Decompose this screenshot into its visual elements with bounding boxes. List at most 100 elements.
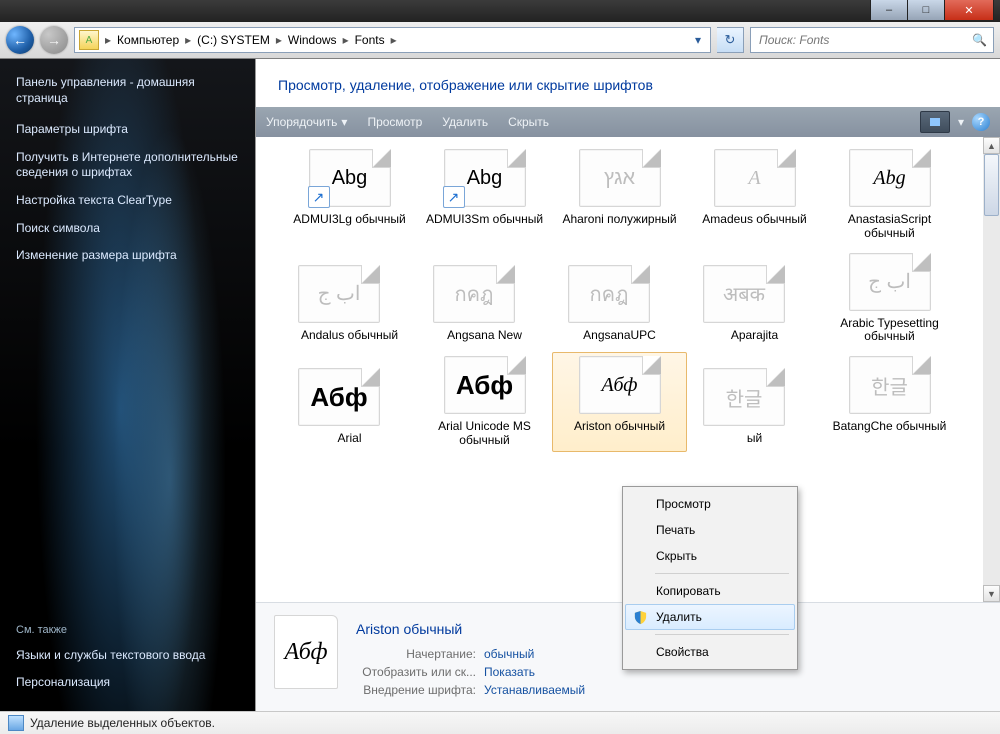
font-item[interactable]: 한글 BatangChe обычный xyxy=(822,352,957,452)
menu-item[interactable]: Удалить xyxy=(625,604,795,630)
chevron-right-icon: ▸ xyxy=(389,33,399,47)
font-item[interactable]: اب ج Arabic Typesetting обычный xyxy=(822,249,957,349)
sidebar-link[interactable]: Изменение размера шрифта xyxy=(0,242,255,270)
delete-button[interactable]: Удалить xyxy=(442,115,488,129)
menu-item[interactable]: Копировать xyxy=(625,578,795,604)
font-preview-tile: אגץ xyxy=(579,149,661,207)
help-button[interactable]: ? xyxy=(972,113,990,131)
forward-button[interactable]: → xyxy=(40,26,68,54)
font-item[interactable]: اب ج Andalus обычный xyxy=(282,249,417,349)
font-item[interactable]: 한글 ый xyxy=(687,352,822,452)
font-item[interactable]: Абф Arial Unicode MS обычный xyxy=(417,352,552,452)
font-item[interactable]: A Amadeus обычный xyxy=(687,145,822,245)
font-label: Aharoni полужирный xyxy=(556,213,683,227)
chevron-down-icon[interactable]: ▾ xyxy=(690,33,706,47)
maximize-button[interactable]: □ xyxy=(907,0,945,21)
font-label: Angsana New xyxy=(421,329,548,343)
details-value: Показать xyxy=(484,665,535,679)
menu-item[interactable]: Скрыть xyxy=(625,543,795,569)
font-item[interactable]: กคฎ AngsanaUPC xyxy=(552,249,687,349)
scrollbar[interactable]: ▲ ▼ xyxy=(983,137,1000,602)
menu-item[interactable]: Свойства xyxy=(625,639,795,665)
hide-button[interactable]: Скрыть xyxy=(508,115,549,129)
titlebar: – □ ✕ xyxy=(0,0,1000,22)
sidebar-link[interactable]: Получить в Интернете дополнительные свед… xyxy=(0,144,255,187)
font-label: Ariston обычный xyxy=(557,420,682,434)
breadcrumb-seg[interactable]: Fonts xyxy=(351,33,389,47)
breadcrumb-seg[interactable]: (С:) SYSTEM xyxy=(193,33,274,47)
organize-button[interactable]: Упорядочить ▾ xyxy=(266,115,347,129)
details-value: Устанавливаемый xyxy=(484,683,585,697)
chevron-down-icon[interactable]: ▾ xyxy=(958,115,964,129)
menu-item[interactable]: Просмотр xyxy=(625,491,795,517)
font-item[interactable]: Abg AnastasiaScript обычный xyxy=(822,145,957,245)
chevron-down-icon: ▾ xyxy=(341,115,347,129)
sidebar-link[interactable]: Поиск символа xyxy=(0,215,255,243)
font-item[interactable]: אגץ Aharoni полужирный xyxy=(552,145,687,245)
sidebar-footer-title: См. также xyxy=(16,624,239,642)
font-item[interactable]: Абф Arial xyxy=(282,352,417,452)
preview-button[interactable]: Просмотр xyxy=(367,115,422,129)
refresh-button[interactable]: ↻ xyxy=(717,27,744,53)
font-preview-tile: अबक xyxy=(703,265,785,323)
details-key: Отобразить или ск... xyxy=(356,665,484,679)
menu-item[interactable]: Печать xyxy=(625,517,795,543)
sidebar-link[interactable]: Настройка текста ClearType xyxy=(0,187,255,215)
font-item[interactable]: Абф Ariston обычный xyxy=(552,352,687,452)
font-item[interactable]: กคฎ Angsana New xyxy=(417,249,552,349)
sidebar-footer-link[interactable]: Языки и службы текстового ввода xyxy=(16,642,239,670)
nav-toolbar: ← → A ▸ Компьютер ▸ (С:) SYSTEM ▸ Window… xyxy=(0,22,1000,59)
search-input[interactable]: 🔍 xyxy=(750,27,994,53)
minimize-button[interactable]: – xyxy=(870,0,908,21)
font-label: AngsanaUPC xyxy=(556,329,683,343)
font-label: Andalus обычный xyxy=(286,329,413,343)
sidebar-link[interactable]: Параметры шрифта xyxy=(0,116,255,144)
breadcrumb[interactable]: A ▸ Компьютер ▸ (С:) SYSTEM ▸ Windows ▸ … xyxy=(74,27,711,53)
menu-item-label: Скрыть xyxy=(656,549,697,563)
chevron-right-icon: ▸ xyxy=(103,33,113,47)
search-field[interactable] xyxy=(757,32,972,48)
menu-item-label: Свойства xyxy=(656,645,709,659)
back-button[interactable]: ← xyxy=(6,26,34,54)
font-label: Arabic Typesetting обычный xyxy=(826,317,953,345)
sidebar-footer-link[interactable]: Персонализация xyxy=(16,669,239,697)
font-preview-tile: 한글 xyxy=(703,368,785,426)
close-button[interactable]: ✕ xyxy=(944,0,994,21)
status-text: Удаление выделенных объектов. xyxy=(30,716,215,730)
font-label: Arial xyxy=(286,432,413,446)
folder-icon: A xyxy=(79,30,99,50)
menu-item-label: Просмотр xyxy=(656,497,711,511)
font-preview-tile: اب ج xyxy=(298,265,380,323)
font-preview-tile: Абф xyxy=(298,368,380,426)
chevron-right-icon: ▸ xyxy=(274,33,284,47)
font-item[interactable]: Abg↗ ADMUI3Sm обычный xyxy=(417,145,552,245)
font-item[interactable]: Abg↗ ADMUI3Lg обычный xyxy=(282,145,417,245)
font-preview-tile: Abg↗ xyxy=(444,149,526,207)
font-item[interactable]: अबक Aparajita xyxy=(687,249,822,349)
font-preview-tile: กคฎ xyxy=(568,265,650,323)
scroll-thumb[interactable] xyxy=(984,154,999,216)
font-label: AnastasiaScript обычный xyxy=(826,213,953,241)
menu-separator xyxy=(655,634,789,635)
breadcrumb-seg[interactable]: Windows xyxy=(284,33,341,47)
chevron-right-icon: ▸ xyxy=(341,33,351,47)
font-label: ADMUI3Sm обычный xyxy=(421,213,548,227)
details-key: Начертание: xyxy=(356,647,484,661)
command-bar: Упорядочить ▾ Просмотр Удалить Скрыть ▾ … xyxy=(256,107,1000,137)
chevron-right-icon: ▸ xyxy=(183,33,193,47)
font-label: Aparajita xyxy=(691,329,818,343)
view-mode-button[interactable] xyxy=(920,111,950,133)
window: – □ ✕ ← → A ▸ Компьютер ▸ (С:) SYSTEM ▸ … xyxy=(0,0,1000,734)
sidebar-title[interactable]: Панель управления - домашняя страница xyxy=(0,71,255,116)
font-preview-tile: Абф xyxy=(444,356,526,414)
breadcrumb-seg[interactable]: Компьютер xyxy=(113,33,183,47)
shortcut-icon: ↗ xyxy=(443,186,465,208)
context-menu: Просмотр Печать Скрыть КопироватьУдалить Сво… xyxy=(622,486,798,670)
details-key: Внедрение шрифта: xyxy=(356,683,484,697)
scroll-up-icon[interactable]: ▲ xyxy=(983,137,1000,154)
font-preview-tile: A xyxy=(714,149,796,207)
status-icon xyxy=(8,715,24,731)
shield-icon xyxy=(632,609,648,625)
page-title: Просмотр, удаление, отображение или скры… xyxy=(256,59,1000,107)
scroll-down-icon[interactable]: ▼ xyxy=(983,585,1000,602)
